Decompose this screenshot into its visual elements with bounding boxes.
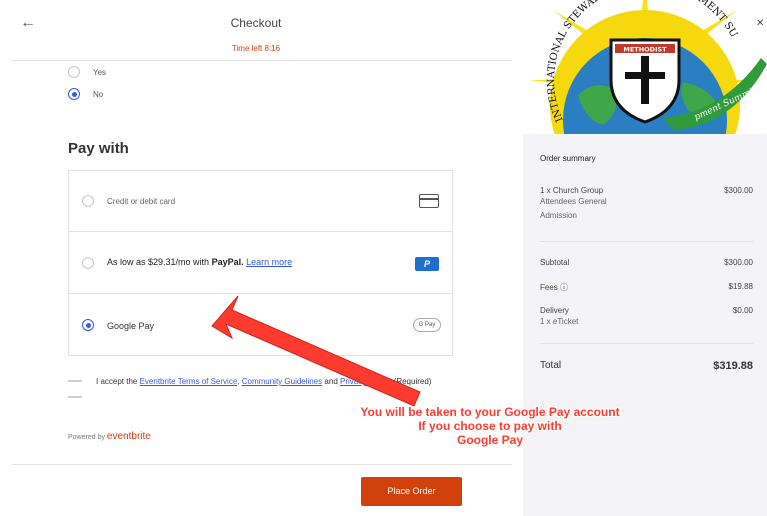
total-label: Total <box>540 360 562 371</box>
community-guidelines-link[interactable]: Community Guidelines <box>242 377 322 386</box>
delivery-sub: 1 x eTicket <box>540 317 579 326</box>
time-left-text: Time left 8:16 <box>231 44 281 53</box>
terms-prefix: I accept the <box>96 377 140 386</box>
radio-card[interactable] <box>82 195 94 207</box>
powered-by: Powered by eventbrite <box>68 431 151 442</box>
summary-total: Total $319.88 <box>540 360 753 372</box>
paypal-brand-text: PayPal. <box>211 257 244 267</box>
radio-yes-label: Yes <box>93 68 107 77</box>
paypal-icon: P <box>415 257 439 271</box>
radio-no-label: No <box>93 90 104 99</box>
fees-amount: $19.88 <box>728 282 753 291</box>
place-order-button[interactable]: Place Order <box>361 477 462 506</box>
radio-yes[interactable] <box>68 66 80 78</box>
terms-of-service-link[interactable]: Eventbrite Terms of Service <box>140 377 238 386</box>
summary-delivery: Delivery 1 x eTicket $0.00 <box>540 306 753 329</box>
order-summary-title: Order summary <box>540 154 596 163</box>
close-icon[interactable]: ✕ <box>756 18 764 29</box>
summary-subtotal: Subtotal $300.00 <box>540 258 753 267</box>
payment-option-card[interactable]: Credit or debit card <box>69 171 452 232</box>
annotation-line-1: You will be taken to your Google Pay acc… <box>360 405 620 419</box>
privacy-policy-link[interactable]: Privacy Policy <box>340 377 389 386</box>
header-divider <box>12 60 512 61</box>
item-sub2: Admission <box>540 211 577 220</box>
radio-no[interactable] <box>68 88 80 100</box>
eventbrite-logo: eventbrite <box>106 431 151 442</box>
payment-option-paypal[interactable]: As low as $29.31/mo with PayPal. Learn m… <box>69 232 452 294</box>
summary-fees: Fees ⓘ $19.88 <box>540 282 753 293</box>
annotation-line-2: If you choose to pay with <box>418 419 562 433</box>
terms-suffix: . (Required) <box>389 377 432 386</box>
subtotal-label: Subtotal <box>540 258 570 267</box>
credit-card-icon <box>419 194 439 208</box>
delivery-label: Delivery <box>540 306 569 315</box>
annotation-text: You will be taken to your Google Pay acc… <box>300 405 680 447</box>
payment-options: Credit or debit card As low as $29.31/mo… <box>68 170 453 356</box>
terms-checkbox-line <box>68 396 82 398</box>
radio-paypal[interactable] <box>82 257 94 269</box>
page-title: Checkout <box>230 16 282 30</box>
pay-with-heading: Pay with <box>68 140 129 157</box>
paypal-option-label: As low as $29.31/mo with PayPal. Learn m… <box>107 257 292 267</box>
radio-google-pay[interactable] <box>82 319 94 331</box>
terms-checkbox[interactable] <box>68 380 82 382</box>
logo-banner-text: METHODIST <box>623 46 667 54</box>
summary-divider <box>540 241 753 242</box>
checkout-modal: ← Checkout Time left 8:16 Yes No Pay wit… <box>0 0 767 516</box>
item-name: 1 x Church Group <box>540 186 604 195</box>
total-amount: $319.88 <box>713 360 753 372</box>
subtotal-amount: $300.00 <box>724 258 753 267</box>
item-sub1: Attendees General <box>540 197 607 206</box>
delivery-amount: $0.00 <box>732 306 753 315</box>
summary-item: 1 x Church Group Attendees General Admis… <box>540 186 753 223</box>
google-pay-icon: G Pay <box>413 318 441 332</box>
paypal-prefix-text: As low as $29.31/mo with <box>107 257 212 267</box>
fees-label[interactable]: Fees ⓘ <box>540 283 568 292</box>
event-logo: pment Summit METHODIST INTERNATIONAL STE… <box>523 0 767 134</box>
terms-and: and <box>322 377 340 386</box>
event-logo-image: pment Summit METHODIST INTERNATIONAL STE… <box>523 0 767 134</box>
terms-text: I accept the Eventbrite Terms of Service… <box>96 374 436 389</box>
google-pay-option-label: Google Pay <box>107 321 155 331</box>
summary-divider-2 <box>540 343 753 344</box>
powered-by-text: Powered by <box>68 434 107 441</box>
annotation-line-3: Google Pay <box>456 433 524 447</box>
card-option-label: Credit or debit card <box>107 197 176 206</box>
footer-divider <box>12 464 512 465</box>
learn-more-link[interactable]: Learn more <box>246 257 292 267</box>
payment-option-google-pay[interactable]: Google Pay G Pay <box>69 294 452 356</box>
item-amount: $300.00 <box>724 186 753 195</box>
